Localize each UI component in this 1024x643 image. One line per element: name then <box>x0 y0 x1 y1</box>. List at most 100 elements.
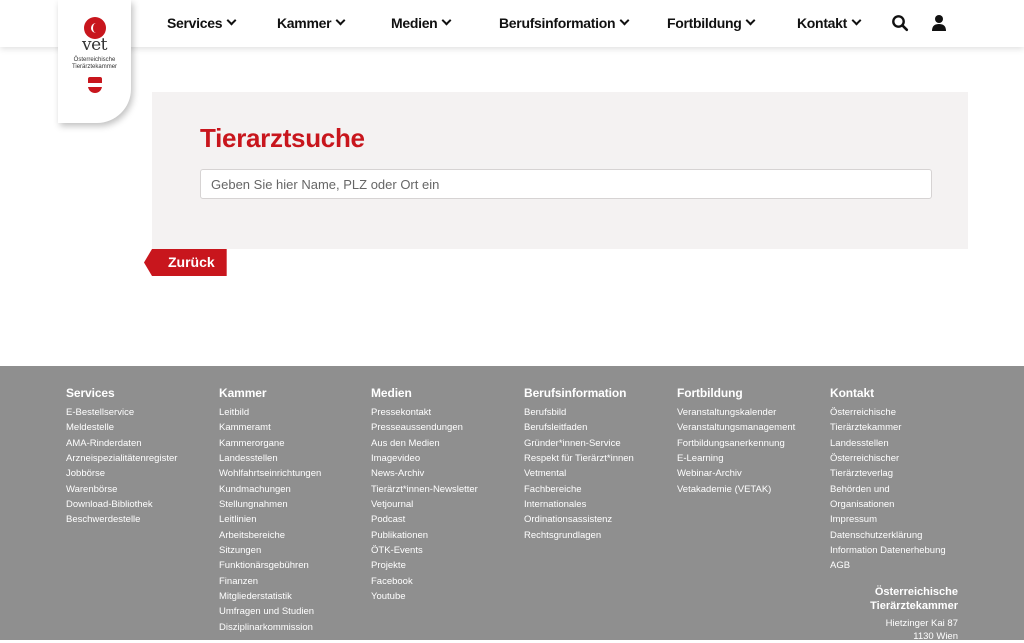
footer-link[interactable]: Tierärzt*innen-Newsletter <box>371 482 478 497</box>
nav-item-fortbildung[interactable]: Fortbildung <box>667 15 756 31</box>
footer-link[interactable]: Leitlinien <box>219 512 321 527</box>
logo-wordmark: vet <box>82 35 108 55</box>
footer-link[interactable]: Umfragen und Studien <box>219 604 321 619</box>
user-icon[interactable] <box>930 14 948 32</box>
footer-link[interactable]: Datenschutzerklärung <box>830 528 946 543</box>
footer-column-kammer: Kammer Leitbild Kammeramt Kammerorgane L… <box>219 386 321 635</box>
footer-link[interactable]: Presseaussendungen <box>371 420 478 435</box>
footer-link[interactable]: Veranstaltungsmanagement <box>677 420 795 435</box>
footer-link[interactable]: Download-Bibliothek <box>66 497 177 512</box>
nav-item-medien[interactable]: Medien <box>391 15 452 31</box>
footer-heading: Kontakt <box>830 386 874 400</box>
logo-subtitle: Österreichische Tierärztekammer <box>71 57 118 70</box>
footer-link[interactable]: Kammeramt <box>219 420 321 435</box>
footer-link[interactable]: Respekt für Tierärzt*innen <box>524 451 634 466</box>
footer-link[interactable]: Sitzungen <box>219 543 321 558</box>
chevron-down-icon <box>619 15 630 26</box>
footer-city: 1130 Wien <box>913 631 958 642</box>
footer-link[interactable]: Fachbereiche <box>524 482 634 497</box>
nav-item-berufsinformation[interactable]: Berufsinformation <box>499 15 630 31</box>
footer-link[interactable]: Vetjournal <box>371 497 478 512</box>
chevron-down-icon <box>441 15 452 26</box>
footer-link[interactable]: Ordinationsassistenz <box>524 512 634 527</box>
footer-link[interactable]: AMA-Rinderdaten <box>66 436 177 451</box>
footer-link[interactable]: Imagevideo <box>371 451 478 466</box>
footer-org-name: Tierärztekammer <box>870 600 958 612</box>
search-icon[interactable] <box>891 14 909 32</box>
footer-heading: Kammer <box>219 386 267 400</box>
footer-heading: Berufsinformation <box>524 386 627 400</box>
footer-heading: Medien <box>371 386 412 400</box>
chevron-down-icon <box>226 15 237 26</box>
footer-link[interactable]: Mitgliederstatistik <box>219 589 321 604</box>
footer-link[interactable]: Tierärztekammer <box>830 420 946 435</box>
footer-link[interactable]: Organisationen <box>830 497 946 512</box>
footer-link[interactable]: Veranstaltungskalender <box>677 405 795 420</box>
back-button[interactable]: Zurück <box>144 249 227 276</box>
footer-link[interactable]: Berufsbild <box>524 405 634 420</box>
footer-column-berufsinformation: Berufsinformation Berufsbild Berufsleitf… <box>524 386 634 543</box>
footer-heading: Fortbildung <box>677 386 743 400</box>
footer-link[interactable]: Kammerorgane <box>219 436 321 451</box>
footer-link[interactable]: Österreichischer <box>830 451 946 466</box>
footer-link[interactable]: Arbeitsbereiche <box>219 528 321 543</box>
footer-link[interactable]: Youtube <box>371 589 478 604</box>
footer-link[interactable]: Aus den Medien <box>371 436 478 451</box>
footer-link[interactable]: Vetmental <box>524 466 634 481</box>
footer-link[interactable]: Leitbild <box>219 405 321 420</box>
footer-link[interactable]: Jobbörse <box>66 466 177 481</box>
footer-column-services: Services E-Bestellservice Meldestelle AM… <box>66 386 177 528</box>
footer-link[interactable]: E-Bestellservice <box>66 405 177 420</box>
footer-link[interactable]: Podcast <box>371 512 478 527</box>
footer-link[interactable]: Vetakademie (VETAK) <box>677 482 795 497</box>
nav-item-kammer[interactable]: Kammer <box>277 15 346 31</box>
footer-link[interactable]: Wohlfahrtseinrichtungen <box>219 466 321 481</box>
footer-link[interactable]: Information Datenerhebung <box>830 543 946 558</box>
nav-item-services[interactable]: Services <box>167 15 237 31</box>
footer-link[interactable]: Pressekontakt <box>371 405 478 420</box>
footer-link[interactable]: Meldestelle <box>66 420 177 435</box>
footer-link[interactable]: AGB <box>830 558 946 573</box>
footer-link[interactable]: Landesstellen <box>830 436 946 451</box>
footer-link[interactable]: Kundmachungen <box>219 482 321 497</box>
footer-link[interactable]: News-Archiv <box>371 466 478 481</box>
vet-logo[interactable]: vet Österreichische Tierärztekammer <box>58 0 131 123</box>
austria-crest-icon <box>87 77 102 93</box>
page-title: Tierarztsuche <box>200 123 365 153</box>
footer-link[interactable]: Landesstellen <box>219 451 321 466</box>
footer-link[interactable]: Finanzen <box>219 574 321 589</box>
footer-org-name: Österreichische <box>874 586 958 598</box>
footer-column-medien: Medien Pressekontakt Presseaussendungen … <box>371 386 478 604</box>
footer-column-fortbildung: Fortbildung Veranstaltungskalender Veran… <box>677 386 795 497</box>
footer-link[interactable]: Disziplinarkommission <box>219 620 321 635</box>
footer-link[interactable]: Internationales <box>524 497 634 512</box>
footer-column-kontakt: Kontakt Österreichische Tierärztekammer … <box>830 386 946 574</box>
nav-item-kontakt[interactable]: Kontakt <box>797 15 862 31</box>
footer-link[interactable]: Behörden und <box>830 482 946 497</box>
footer-link[interactable]: ÖTK-Events <box>371 543 478 558</box>
footer-link[interactable]: Tierärzteverlag <box>830 466 946 481</box>
footer-link[interactable]: Facebook <box>371 574 478 589</box>
footer-link[interactable]: Webinar-Archiv <box>677 466 795 481</box>
footer-link[interactable]: Fortbildungsanerkennung <box>677 436 795 451</box>
footer-link[interactable]: Publikationen <box>371 528 478 543</box>
chevron-down-icon <box>746 15 756 26</box>
footer-link[interactable]: Impressum <box>830 512 946 527</box>
footer-link[interactable]: Österreichische <box>830 405 946 420</box>
footer-link[interactable]: Rechtsgrundlagen <box>524 528 634 543</box>
footer-link[interactable]: Berufsleitfaden <box>524 420 634 435</box>
search-input[interactable] <box>200 169 932 199</box>
footer-link[interactable]: E-Learning <box>677 451 795 466</box>
vet-search-panel: Tierarztsuche <box>152 92 968 249</box>
footer-link[interactable]: Warenbörse <box>66 482 177 497</box>
footer-link[interactable]: Arzneispezialitätenregister <box>66 451 177 466</box>
footer-link[interactable]: Stellungnahmen <box>219 497 321 512</box>
footer: Services E-Bestellservice Meldestelle AM… <box>0 366 1024 642</box>
footer-link[interactable]: Beschwerdestelle <box>66 512 177 527</box>
footer-link[interactable]: Gründer*innen-Service <box>524 436 634 451</box>
footer-link[interactable]: Funktionärsgebühren <box>219 558 321 573</box>
footer-street: Hietzinger Kai 87 <box>885 618 958 629</box>
chevron-down-icon <box>335 15 346 26</box>
chevron-down-icon <box>851 15 862 26</box>
footer-link[interactable]: Projekte <box>371 558 478 573</box>
